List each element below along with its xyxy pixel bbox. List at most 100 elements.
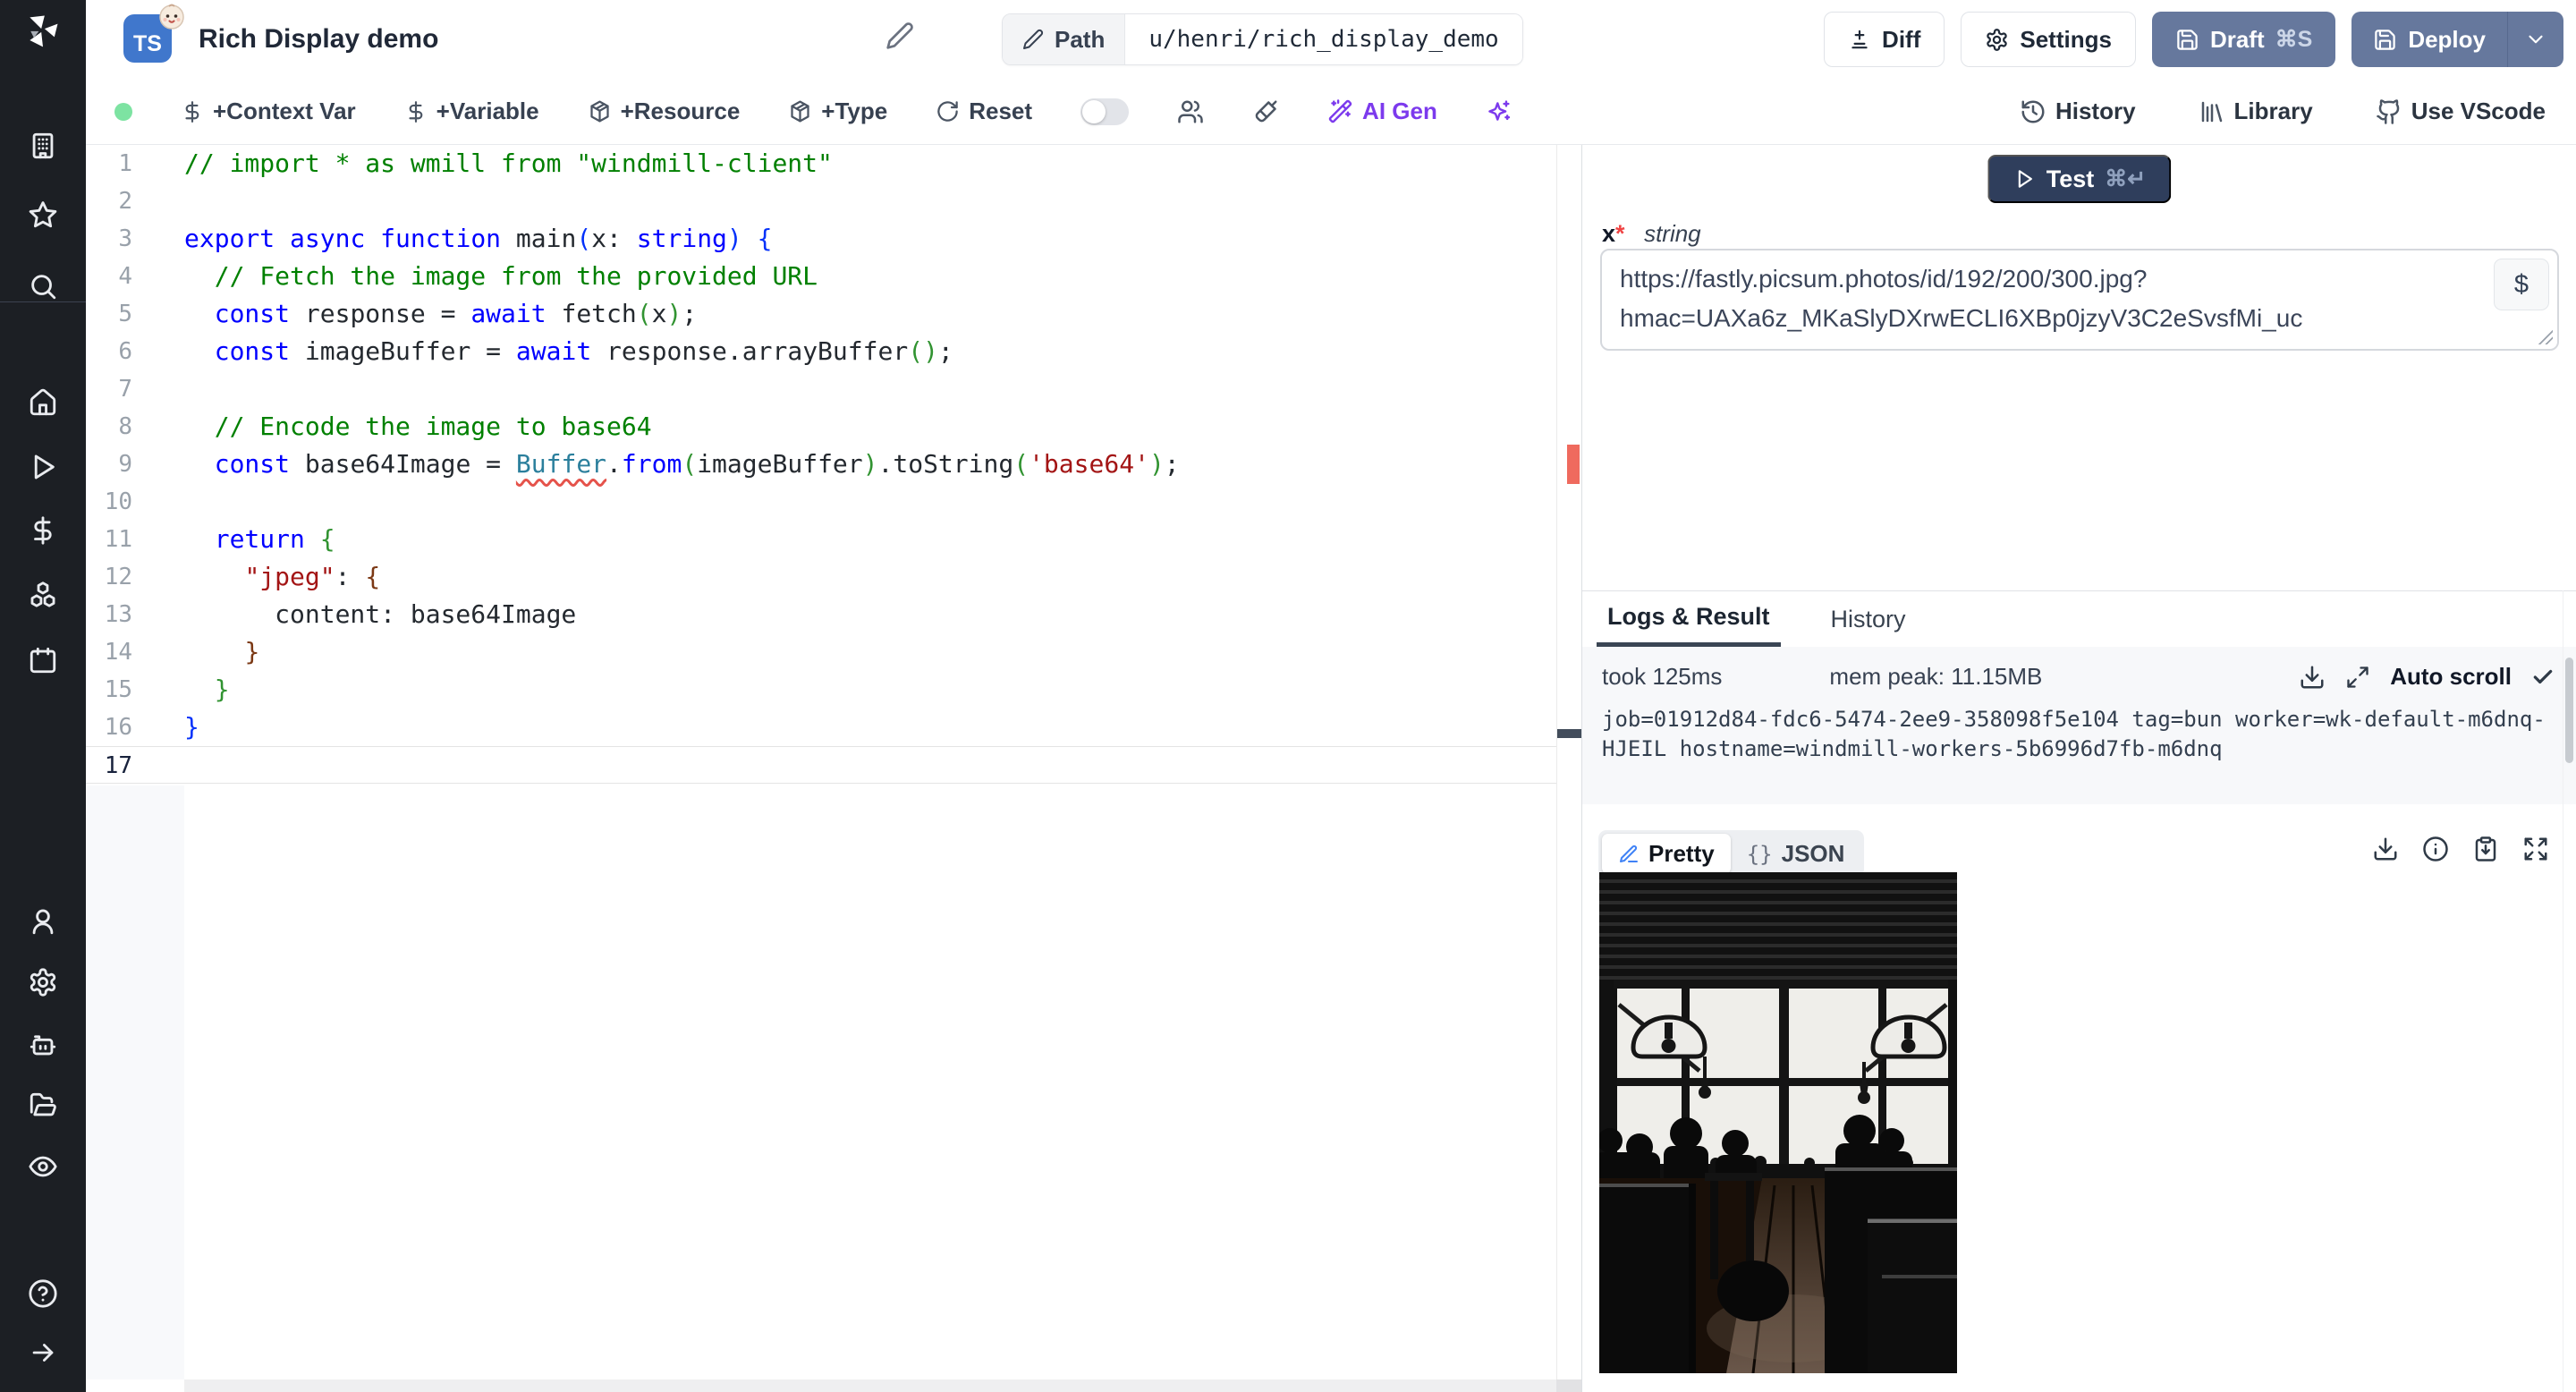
library-button[interactable]: Library [2199, 98, 2313, 125]
sidebar-expand[interactable] [23, 1333, 63, 1372]
line-content: } [214, 675, 230, 704]
code-line[interactable]: 13 content: base64Image [86, 596, 1556, 633]
format-code-button[interactable] [1252, 98, 1279, 125]
line-number: 17 [104, 752, 132, 779]
add-variable-button[interactable]: +Variable [404, 98, 539, 125]
argument-value[interactable]: https://fastly.picsum.photos/id/192/200/… [1620, 259, 2459, 338]
test-button[interactable]: Test ⌘↵ [1987, 155, 2172, 203]
windmill-logo[interactable] [23, 11, 63, 50]
edit-summary-button[interactable] [886, 21, 914, 50]
sidebar-item-runs[interactable] [23, 447, 63, 487]
diff-button[interactable]: Diff [1824, 12, 1945, 67]
argument-type: string [1644, 220, 1701, 247]
deploy-more-button[interactable] [2507, 12, 2563, 67]
code-line[interactable]: 1 // import * as wmill from "windmill-cli… [86, 145, 1556, 182]
line-number: 9 [118, 451, 132, 478]
sidebar-item-schedules[interactable] [23, 641, 63, 680]
history-button[interactable]: History [2020, 98, 2136, 125]
draft-button[interactable]: Draft ⌘S [2151, 12, 2336, 67]
insert-variable-button[interactable]: $ [2494, 259, 2549, 310]
sidebar-item-workspace[interactable] [23, 126, 63, 166]
use-vscode-button[interactable]: Use VScode [2376, 98, 2546, 125]
tab-logs-result[interactable]: Logs & Result [1597, 591, 1781, 647]
multiplayer-toggle[interactable] [1080, 98, 1130, 125]
deploy-button[interactable]: Deploy [2351, 12, 2507, 67]
code-line[interactable]: 15 } [86, 671, 1556, 709]
deploy-split-button: Deploy [2351, 12, 2563, 67]
panel-scrollbar[interactable] [2565, 658, 2573, 763]
sidebar-item-users[interactable] [23, 902, 63, 941]
line-number: 15 [104, 676, 132, 703]
add-resource-button[interactable]: +Resource [588, 98, 741, 125]
argument-input[interactable]: https://fastly.picsum.photos/id/192/200/… [1600, 249, 2559, 351]
code-line[interactable]: 8 // Encode the image to base64 [86, 408, 1556, 446]
sidebar-item-home[interactable] [23, 383, 63, 422]
sidebar-item-settings[interactable] [23, 963, 63, 1002]
expand-icon [2524, 837, 2547, 861]
line-content: // import * as wmill from "windmill-clie… [184, 149, 833, 178]
settings-button[interactable]: Settings [1961, 12, 2136, 67]
code-line[interactable]: 17 [86, 746, 1556, 784]
result-view-switch: Pretty {} JSON [1598, 830, 1865, 878]
result-info-button[interactable] [2422, 836, 2449, 862]
code-line[interactable]: 3 export async function main(x: string) { [86, 220, 1556, 258]
scrollbar-corner [1556, 1379, 1581, 1392]
library-label: Library [2233, 98, 2313, 124]
resize-handle[interactable] [2537, 328, 2553, 344]
save-icon [2177, 29, 2198, 50]
path-button[interactable]: Path u/henri/rich_display_demo [1002, 13, 1523, 65]
line-number: 7 [118, 376, 132, 403]
copy-result-button[interactable] [2472, 836, 2499, 862]
collaborators-button[interactable] [1177, 98, 1204, 125]
test-label: Test [2046, 165, 2095, 192]
download-icon [2301, 666, 2324, 688]
add-context-var-button[interactable]: +Context Var [181, 98, 356, 125]
add-type-button[interactable]: +Type [788, 98, 887, 125]
windmill-logo-icon [30, 15, 58, 47]
sidebar-item-folders[interactable] [23, 1086, 63, 1125]
path-value: u/henri/rich_display_demo [1125, 14, 1522, 64]
sidebar-item-help[interactable] [23, 1274, 63, 1313]
gear-icon [30, 968, 56, 997]
code-line[interactable]: 7 [86, 370, 1556, 408]
download-result-button[interactable] [2372, 836, 2399, 862]
ai-suggestions-button[interactable] [1486, 98, 1512, 124]
line-content: export async function main(x: string) { [184, 224, 773, 253]
download-logs-button[interactable] [2299, 664, 2326, 691]
tab-history[interactable]: History [1820, 591, 1917, 647]
overview-ruler [1556, 145, 1581, 1379]
code-line[interactable]: 10 [86, 483, 1556, 521]
code-line[interactable]: 16} [86, 709, 1556, 746]
expand-logs-button[interactable] [2345, 665, 2370, 690]
sidebar-item-resources[interactable] [23, 575, 63, 615]
sidebar-item-favorites[interactable] [23, 195, 63, 234]
code-line[interactable]: 14 } [86, 633, 1556, 671]
sidebar-item-variables[interactable] [23, 511, 63, 550]
sidebar-item-workers[interactable] [23, 1025, 63, 1065]
reset-button[interactable]: Reset [936, 98, 1032, 125]
code-line[interactable]: 2 [86, 182, 1556, 220]
code-line[interactable]: 11 return { [86, 521, 1556, 558]
horizontal-scrollbar[interactable] [184, 1379, 1556, 1392]
auto-scroll-checkbox[interactable] [2531, 666, 2555, 689]
log-output: job=01912d84-fdc6-5474-2ee9-358098f5e104… [1602, 707, 2546, 761]
eye-icon [29, 1156, 57, 1177]
code-line[interactable]: 4 // Fetch the image from the provided U… [86, 258, 1556, 295]
view-pretty-button[interactable]: Pretty [1602, 834, 1731, 874]
code-line[interactable]: 5 const response = await fetch(x); [86, 295, 1556, 333]
expand-result-button[interactable] [2522, 836, 2549, 862]
run-panel: Test ⌘↵ x* string https://fastly.picsum.… [1581, 145, 2576, 1392]
sidebar-item-search[interactable] [23, 267, 63, 306]
line-number: 13 [104, 601, 132, 628]
add-resource-label: +Resource [620, 98, 741, 124]
code-line[interactable]: 6 const imageBuffer = await response.arr… [86, 333, 1556, 370]
sidebar-item-audit[interactable] [23, 1147, 63, 1186]
building-icon [32, 132, 54, 159]
code-editor[interactable]: 1 // import * as wmill from "windmill-cli… [86, 145, 1581, 1392]
boxes-icon [30, 581, 55, 607]
line-number: 4 [118, 263, 132, 290]
code-line[interactable]: 9 const base64Image = Buffer.from(imageB… [86, 446, 1556, 483]
view-json-button[interactable]: {} JSON [1731, 834, 1861, 874]
ai-gen-button[interactable]: AI Gen [1327, 98, 1437, 125]
code-line[interactable]: 12 "jpeg": { [86, 558, 1556, 596]
